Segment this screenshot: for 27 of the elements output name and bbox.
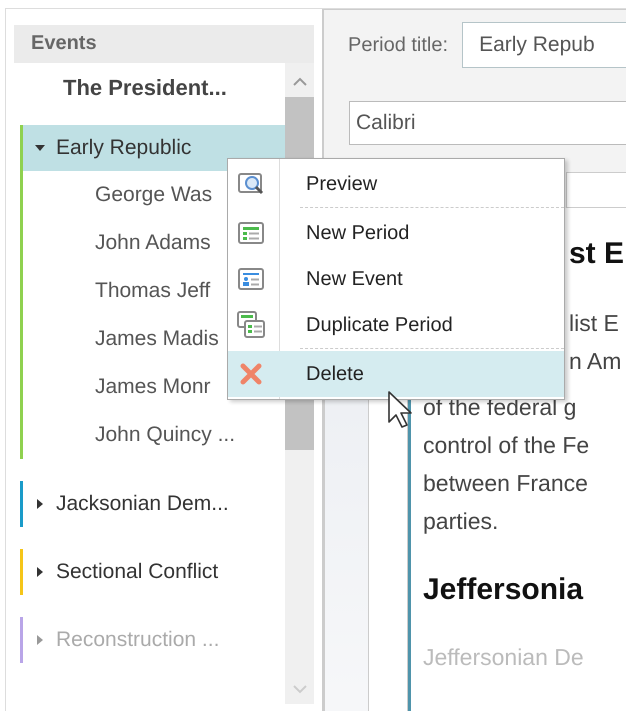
font-field[interactable]: Calibri [349, 101, 626, 145]
panel-title: Events [14, 25, 314, 63]
expand-caret-icon[interactable] [35, 567, 45, 577]
document-text: list E [569, 309, 619, 338]
document-heading: Jeffersonia [423, 572, 584, 608]
tree-item[interactable]: Jacksonian Dem... [23, 481, 285, 527]
expand-caret-icon[interactable] [35, 499, 45, 509]
tree-item[interactable]: Early Republic [23, 125, 285, 171]
menu-item[interactable]: New Event [228, 256, 564, 302]
list-icon [237, 219, 265, 247]
document-text: n Am [569, 347, 622, 376]
collapse-caret-icon[interactable] [35, 143, 45, 153]
document-heading: st E [569, 236, 624, 272]
tree-item[interactable]: Sectional Conflict [23, 549, 285, 595]
stacked-lists-icon [237, 311, 265, 339]
field-label: Period title: [348, 34, 448, 56]
title-field[interactable]: Early Repub [462, 22, 626, 68]
document-text: between France [423, 469, 588, 498]
menu-item[interactable]: Delete [228, 351, 564, 397]
menu-item[interactable]: Duplicate Period [228, 302, 564, 348]
document-text: parties. [423, 507, 498, 536]
menu-item[interactable]: New Period [228, 210, 564, 256]
tree-item[interactable]: John Quincy ... [23, 411, 285, 459]
document-text: control of the Fe [423, 431, 590, 460]
document-text: Jeffersonian De [423, 643, 584, 672]
contact-card-icon [237, 265, 265, 293]
tree-root[interactable]: The President... [14, 63, 285, 125]
